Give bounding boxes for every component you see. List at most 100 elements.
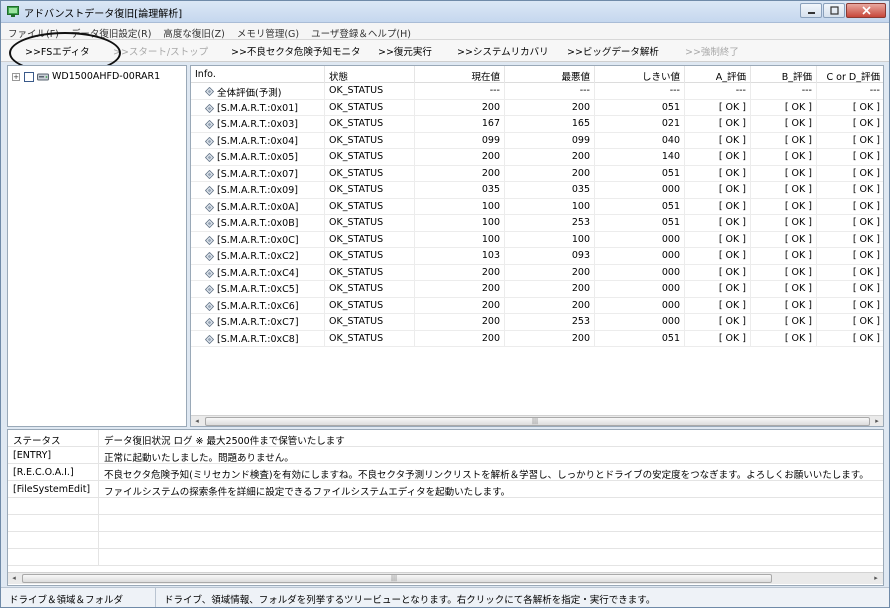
col-header-worst[interactable]: 最悪値 <box>505 66 595 83</box>
table-row[interactable]: [S.M.A.R.T.:0x04] OK_STATUS 099 099 040[ OK … <box>191 132 883 149</box>
log-empty-row <box>8 515 883 532</box>
start-stop-button[interactable]: >>スタート/ストップ <box>113 44 208 58</box>
scroll-right-icon[interactable]: ▸ <box>871 416 883 426</box>
diamond-status-icon <box>205 334 214 344</box>
fs-editor-button[interactable]: >>FSエディタ <box>25 44 90 58</box>
table-row[interactable]: [S.M.A.R.T.:0x07] OK_STATUS 200 200 051[ OK … <box>191 165 883 182</box>
row-label: [S.M.A.R.T.:0xC7] <box>217 317 299 329</box>
close-button[interactable] <box>846 3 886 18</box>
log-entry[interactable]: [ENTRY] 正常に起動いたしました。問題ありません。 <box>8 447 883 464</box>
system-recovery-button[interactable]: >>システムリカバリ <box>457 44 549 58</box>
grid-scroll-thumb[interactable]: ||| <box>205 417 870 426</box>
cell-a-eval: [ OK ] <box>685 149 751 165</box>
table-row[interactable]: 全体評価(予測) OK_STATUS --- --- --- --- --- --- <box>191 83 883 100</box>
log-entry-key: [ENTRY] <box>8 447 99 463</box>
cell-b-eval: [ OK ] <box>751 330 817 346</box>
cell-a-eval: [ OK ] <box>685 297 751 313</box>
menu-recovery-settings[interactable]: データ復旧設定(R) <box>64 23 157 40</box>
force-quit-button[interactable]: >>強制終了 <box>685 44 739 58</box>
table-row[interactable]: [S.M.A.R.T.:0xC6] OK_STATUS 200 200 000[ OK … <box>191 297 883 314</box>
log-header: ステータス データ復旧状況 ログ ※ 最大2500件まで保管いたします <box>8 430 883 447</box>
log-scroll-thumb[interactable]: ||| <box>22 574 772 583</box>
cell-threshold: 051 <box>595 198 685 214</box>
cell-threshold: 051 <box>595 165 685 181</box>
table-row[interactable]: [S.M.A.R.T.:0x01] OK_STATUS 200 200 051[ OK … <box>191 99 883 116</box>
restore-button[interactable]: >>復元実行 <box>378 44 432 58</box>
cell-info: [S.M.A.R.T.:0x01] <box>191 99 325 115</box>
table-row[interactable]: [S.M.A.R.T.:0x05] OK_STATUS 200 200 140[ OK … <box>191 149 883 166</box>
cell-b-eval: [ OK ] <box>751 215 817 231</box>
table-row[interactable]: [S.M.A.R.T.:0x03] OK_STATUS 167 165 021[ OK … <box>191 116 883 133</box>
cell-cd-eval: [ OK ] <box>817 248 883 264</box>
col-header-current[interactable]: 現在値 <box>415 66 505 83</box>
row-label: [S.M.A.R.T.:0x05] <box>217 152 298 164</box>
cell-a-eval: --- <box>685 83 751 99</box>
drive-label: WD1500AHFD-00RAR1 <box>52 71 161 82</box>
grid-hscroll[interactable]: ◂ ||| ▸ <box>191 415 883 426</box>
table-row[interactable]: [S.M.A.R.T.:0xC2] OK_STATUS 103 093 000[ OK … <box>191 248 883 265</box>
tree-node-drive[interactable]: + WD1500AHFD-00RAR1 <box>12 71 160 82</box>
table-row[interactable]: [S.M.A.R.T.:0xC5] OK_STATUS 200 200 000[ OK … <box>191 281 883 298</box>
status-bar-hint: ドライブ、領域情報、フォルダを列挙するツリービューとなります。右クリックにて各解… <box>164 595 656 606</box>
big-data-button[interactable]: >>ビッグデータ解析 <box>567 44 659 58</box>
table-row[interactable]: [S.M.A.R.T.:0x0C] OK_STATUS 100 100 000[ OK … <box>191 231 883 248</box>
cell-status: OK_STATUS <box>325 149 415 165</box>
col-header-a-eval[interactable]: A_評価 <box>685 66 751 83</box>
cell-worst: --- <box>505 83 595 99</box>
cell-threshold: 000 <box>595 297 685 313</box>
log-scroll-right-icon[interactable]: ▸ <box>870 573 882 584</box>
table-row[interactable]: [S.M.A.R.T.:0x0B] OK_STATUS 100 253 051[ OK … <box>191 215 883 232</box>
cell-current: 200 <box>415 297 505 313</box>
cell-current: 200 <box>415 165 505 181</box>
cell-b-eval: [ OK ] <box>751 231 817 247</box>
cell-current: --- <box>415 83 505 99</box>
expand-icon[interactable]: + <box>12 72 20 81</box>
scroll-left-icon[interactable]: ◂ <box>191 416 203 426</box>
col-header-status[interactable]: 状態 <box>325 66 415 83</box>
cell-current: 103 <box>415 248 505 264</box>
menu-memory[interactable]: メモリ管理(G) <box>230 23 304 40</box>
cell-cd-eval: --- <box>817 83 883 99</box>
title-bar[interactable]: アドバンストデータ復旧[論理解析] <box>1 1 889 23</box>
menu-file[interactable]: ファイル(F) <box>1 23 64 40</box>
app-icon <box>7 6 19 17</box>
col-header-threshold[interactable]: しきい値 <box>595 66 685 83</box>
drive-tree[interactable]: + WD1500AHFD-00RAR1 <box>7 65 187 427</box>
cell-a-eval: [ OK ] <box>685 314 751 330</box>
cell-worst: 035 <box>505 182 595 198</box>
cell-info: [S.M.A.R.T.:0xC5] <box>191 281 325 297</box>
log-entry[interactable]: [FileSystemEdit] ファイルシステムの探索条件を詳細に設定できるフ… <box>8 481 883 498</box>
table-row[interactable]: [S.M.A.R.T.:0x09] OK_STATUS 035 035 000[ OK … <box>191 182 883 199</box>
cell-info: [S.M.A.R.T.:0xC6] <box>191 297 325 313</box>
col-header-info[interactable]: Info. <box>191 66 325 83</box>
log-scroll-left-icon[interactable]: ◂ <box>8 573 20 584</box>
col-header-b-eval[interactable]: B_評価 <box>751 66 817 83</box>
diamond-status-icon <box>205 153 214 163</box>
table-row[interactable]: [S.M.A.R.T.:0xC4] OK_STATUS 200 200 000[ OK … <box>191 264 883 281</box>
table-row[interactable]: [S.M.A.R.T.:0xC8] OK_STATUS 200 200 051[ OK … <box>191 330 883 347</box>
menu-advanced-recovery[interactable]: 高度な復旧(Z) <box>156 23 229 40</box>
menu-help[interactable]: ユーザ登録＆ヘルプ(H) <box>304 23 416 40</box>
col-header-cd-eval[interactable]: C or D_評価 <box>817 66 883 83</box>
table-row[interactable]: [S.M.A.R.T.:0xC7] OK_STATUS 200 253 000[ OK … <box>191 314 883 331</box>
cell-threshold: 000 <box>595 182 685 198</box>
cell-threshold: --- <box>595 83 685 99</box>
drive-checkbox[interactable] <box>24 71 34 82</box>
cell-info: [S.M.A.R.T.:0x03] <box>191 116 325 132</box>
row-label: [S.M.A.R.T.:0x09] <box>217 185 298 197</box>
diamond-status-icon <box>205 219 214 229</box>
cell-threshold: 140 <box>595 149 685 165</box>
cell-current: 200 <box>415 330 505 346</box>
diamond-status-icon <box>205 136 214 146</box>
cell-status: OK_STATUS <box>325 281 415 297</box>
log-entry[interactable]: [R.E.C.O.A.I.] 不良セクタ危険予知(ミリセカンド検査)を有効にしま… <box>8 464 883 481</box>
diamond-status-icon <box>205 318 214 328</box>
cell-info: [S.M.A.R.T.:0xC4] <box>191 264 325 280</box>
cell-status: OK_STATUS <box>325 215 415 231</box>
log-hscroll[interactable]: ◂ ||| ▸ <box>8 572 883 584</box>
maximize-button[interactable] <box>823 3 845 18</box>
minimize-button[interactable] <box>800 3 822 18</box>
log-entry-text: 不良セクタ危険予知(ミリセカンド検査)を有効にしますね。不良セクタ予測リンクリス… <box>104 470 869 480</box>
table-row[interactable]: [S.M.A.R.T.:0x0A] OK_STATUS 100 100 051[ OK … <box>191 198 883 215</box>
bad-sector-monitor-button[interactable]: >>不良セクタ危険予知モニタ <box>231 44 361 58</box>
